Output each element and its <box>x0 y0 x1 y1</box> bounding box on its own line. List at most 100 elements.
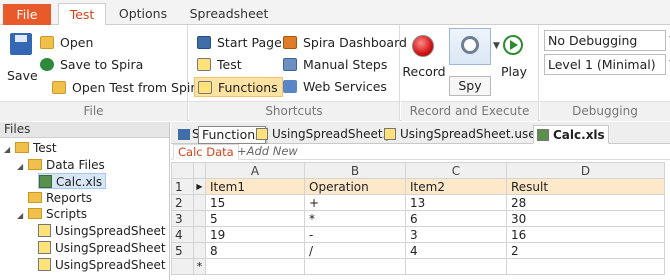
group-label-record: Record and Execute <box>401 101 538 121</box>
group-file: Save Open Save to Spira Open Test from S… <box>0 25 203 121</box>
folder-open-icon <box>40 36 54 49</box>
grid-cell[interactable]: - <box>304 226 406 243</box>
tree-node-test[interactable]: ◢ Test <box>4 140 57 156</box>
doc-tab-calc-xls[interactable]: Calc.xls <box>533 125 609 144</box>
column-header[interactable]: D <box>506 162 665 179</box>
sheet-tab-calc-data[interactable]: Calc Data <box>173 144 239 160</box>
table-row[interactable]: 2 15 + 13 28 <box>171 194 665 211</box>
grid-cell[interactable]: 3 <box>405 226 507 243</box>
grid-cell[interactable]: 16 <box>506 226 665 243</box>
grid-cell[interactable]: 15 <box>205 194 305 211</box>
grid-cell[interactable] <box>205 258 305 275</box>
chevron-down-icon[interactable]: ▼ <box>493 41 500 51</box>
corner-cell[interactable] <box>171 162 194 179</box>
group-shortcuts: Start Page Test Functions Spira Dashboar… <box>189 25 407 121</box>
web-services-button[interactable]: Web Services <box>283 77 387 97</box>
tree-label-script: UsingSpreadSheet <box>55 224 166 238</box>
tree-label-script: UsingSpreadSheet <box>55 241 166 255</box>
tree-node-calc-xls[interactable]: Calc.xls <box>38 173 107 189</box>
grid-cell[interactable]: * <box>304 210 406 227</box>
test-shortcut-button[interactable]: Test <box>197 55 242 75</box>
collapse-triangle-icon[interactable]: ◢ <box>17 159 25 175</box>
save-icon[interactable] <box>8 31 36 59</box>
open-button[interactable]: Open <box>40 33 93 53</box>
record-icon[interactable] <box>412 35 434 57</box>
grid-cell[interactable] <box>506 258 665 275</box>
open-from-spira-label: Open Test from Spira <box>72 80 204 95</box>
row-indicator <box>193 242 206 259</box>
play-icon[interactable] <box>503 35 523 55</box>
tab-spreadsheet[interactable]: Spreadsheet <box>181 3 277 25</box>
tab-options[interactable]: Options <box>110 3 176 25</box>
debug-mode-select[interactable]: No Debugging ▼ <box>544 30 670 51</box>
add-sheet-button[interactable]: +Add New <box>233 144 302 160</box>
tree-node-data-files[interactable]: ◢ Data Files <box>17 157 105 173</box>
grid-cell[interactable]: Item2 <box>405 178 507 195</box>
grid-cell[interactable]: 5 <box>205 210 305 227</box>
functions-button[interactable]: Functions <box>194 77 283 97</box>
grid-cell[interactable] <box>304 258 406 275</box>
magnifier-icon <box>461 36 479 54</box>
row-number[interactable]: 1 <box>171 178 194 195</box>
table-row[interactable]: 5 8 / 4 2 <box>171 242 665 259</box>
collapse-triangle-icon[interactable]: ◢ <box>4 142 12 158</box>
tree-label-script: UsingSpreadSheet <box>55 258 166 272</box>
table-row[interactable]: 3 5 * 6 30 <box>171 210 665 227</box>
manual-steps-button[interactable]: Manual Steps <box>283 55 387 75</box>
tree-node-script[interactable]: UsingSpreadSheet <box>38 257 166 273</box>
spy-label[interactable]: Spy <box>449 76 491 96</box>
row-number[interactable]: 2 <box>171 194 194 211</box>
tree-node-script[interactable]: UsingSpreadSheet <box>38 223 166 239</box>
sheet-tab-bar: Calc Data +Add New <box>171 144 670 160</box>
row-number[interactable]: 4 <box>171 226 194 243</box>
row-number[interactable]: 3 <box>171 210 194 227</box>
play-button[interactable]: Play <box>499 64 529 79</box>
row-number[interactable]: 5 <box>171 242 194 259</box>
spira-icon <box>40 58 54 71</box>
tab-file[interactable]: File <box>3 4 51 25</box>
group-record-execute: Record ▼ Spy Play Record and Execute <box>401 25 539 121</box>
column-header[interactable]: C <box>405 162 507 179</box>
new-row[interactable]: * <box>171 258 665 275</box>
functions-label: Functions <box>218 80 278 95</box>
tab-test[interactable]: Test <box>58 3 106 26</box>
table-row[interactable]: 4 19 - 3 16 <box>171 226 665 243</box>
record-button[interactable]: Record <box>401 64 447 79</box>
grid-cell[interactable]: 2 <box>506 242 665 259</box>
grid-cell[interactable]: 13 <box>405 194 507 211</box>
group-label-debugging: Debugging <box>540 101 670 121</box>
debug-level-select[interactable]: Level 1 (Minimal) ▼ <box>544 54 670 75</box>
grid-cell[interactable]: 28 <box>506 194 665 211</box>
column-header[interactable]: B <box>304 162 406 179</box>
open-from-spira-button[interactable]: Open Test from Spira <box>52 78 203 98</box>
grid-cell[interactable]: + <box>304 194 406 211</box>
spira-dashboard-button[interactable]: Spira Dashboard <box>283 33 407 53</box>
grid-cell[interactable] <box>405 258 507 275</box>
save-button[interactable]: Save <box>7 68 38 83</box>
doc-tab-script[interactable]: UsingSpreadSheet.js <box>253 125 399 144</box>
grid-cell[interactable]: 30 <box>506 210 665 227</box>
grid-cell[interactable]: Operation <box>304 178 406 195</box>
grid-cell[interactable]: 8 <box>205 242 305 259</box>
folder-icon <box>15 142 29 153</box>
grid-cell[interactable]: Item1 <box>205 178 305 195</box>
tree-node-reports[interactable]: Reports <box>28 190 92 206</box>
tree-node-script[interactable]: UsingSpreadSheet <box>38 240 166 256</box>
doc-tab-user-script[interactable]: UsingSpreadSheet.user.js <box>381 125 556 144</box>
grid-cell[interactable]: Result <box>506 178 665 195</box>
new-row-number <box>171 258 194 275</box>
save-to-spira-button[interactable]: Save to Spira <box>40 55 143 75</box>
debug-mode-value: No Debugging <box>548 33 638 48</box>
column-header[interactable]: A <box>205 162 305 179</box>
collapse-triangle-icon[interactable]: ◢ <box>17 208 25 224</box>
spy-button[interactable] <box>449 28 491 65</box>
table-row[interactable]: 1 ▶ Item1 Operation Item2 Result <box>171 178 665 195</box>
start-page-button[interactable]: Start Page <box>197 33 282 53</box>
grid-cell[interactable]: / <box>304 242 406 259</box>
tree-node-scripts[interactable]: ◢ Scripts <box>17 206 87 222</box>
grid-cell[interactable]: 4 <box>405 242 507 259</box>
folder-icon <box>28 208 42 219</box>
grid-cell[interactable]: 6 <box>405 210 507 227</box>
tree-label-data-files: Data Files <box>46 158 105 172</box>
grid-cell[interactable]: 19 <box>205 226 305 243</box>
